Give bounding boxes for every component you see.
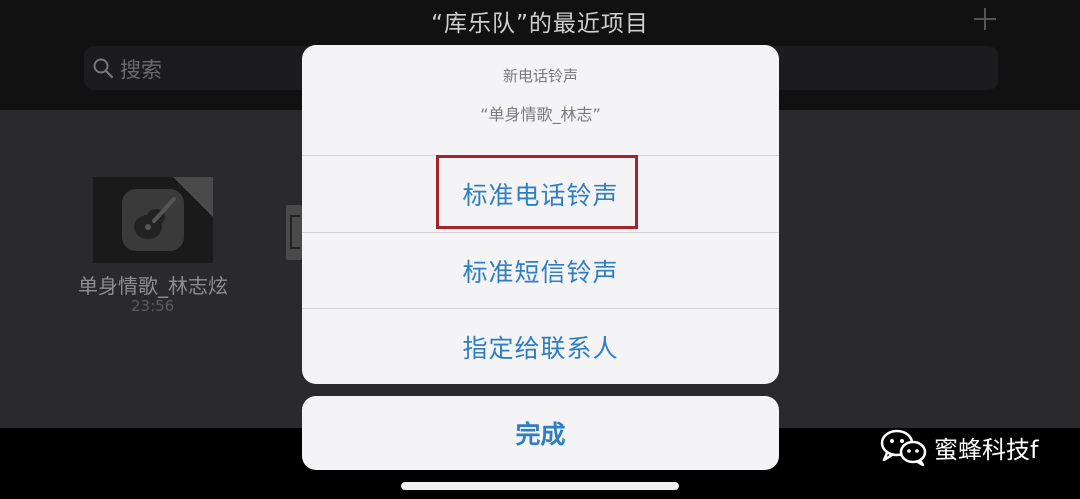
- home-indicator[interactable]: [401, 482, 679, 490]
- guitar-icon: [122, 189, 184, 251]
- assign-to-contact-button[interactable]: 指定给联系人: [302, 309, 779, 384]
- done-button[interactable]: 完成: [302, 396, 779, 470]
- file-time: 23:56: [131, 297, 175, 315]
- watermark: 蜜蜂科技f: [878, 427, 1038, 467]
- sheet-title: 新电话铃声: [502, 67, 578, 85]
- file-thumbnail-partial[interactable]: [286, 205, 302, 260]
- plus-icon[interactable]: [974, 8, 996, 30]
- search-placeholder: 搜索: [120, 58, 162, 82]
- standard-text-tone-button[interactable]: 标准短信铃声: [302, 233, 779, 309]
- file-thumbnail[interactable]: [93, 177, 213, 263]
- watermark-text: 蜜蜂科技f: [934, 435, 1039, 464]
- search-icon: [93, 58, 114, 79]
- highlight-annotation-box: [436, 155, 638, 229]
- sheet-message: “单身情歌_林志”: [480, 105, 601, 124]
- page-title: “库乐队”的最近项目: [431, 11, 649, 37]
- wechat-icon: [880, 429, 927, 466]
- file-name: 单身情歌_林志炫: [78, 274, 228, 298]
